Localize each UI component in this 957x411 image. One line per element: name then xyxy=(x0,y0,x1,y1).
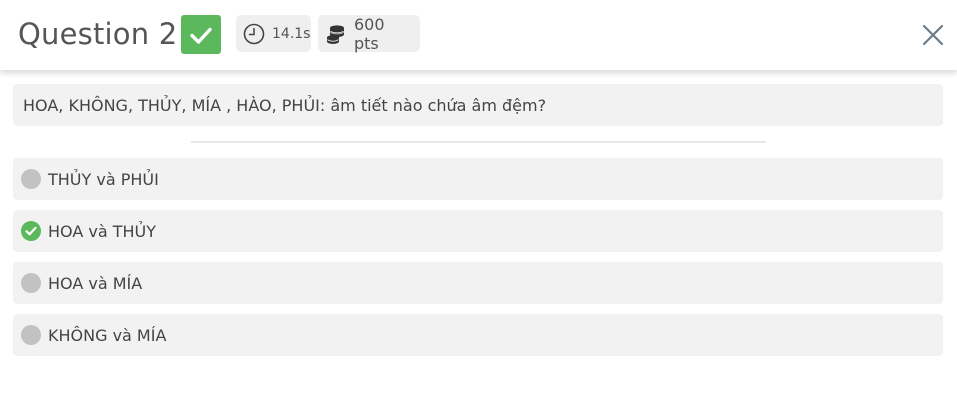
answer-option[interactable]: HOA và MÍA xyxy=(13,262,943,304)
question-text-box: HOA, KHÔNG, THỦY, MÍA , HÀO, PHỦI: âm ti… xyxy=(13,84,943,126)
answer-option-correct[interactable]: HOA và THỦY xyxy=(13,210,943,252)
option-marker-icon xyxy=(21,325,41,345)
check-icon xyxy=(190,27,212,44)
time-value: 14.1s xyxy=(272,25,311,42)
option-label: HOA và MÍA xyxy=(48,273,143,293)
question-title: Question 2 xyxy=(18,17,178,51)
question-header: Question 2 14.1s 600 pts xyxy=(0,0,957,70)
check-circle-icon xyxy=(21,221,41,241)
close-button[interactable] xyxy=(918,20,948,50)
option-label: KHÔNG và MÍA xyxy=(48,325,167,345)
option-marker-icon xyxy=(21,169,41,189)
points-value: 600 pts xyxy=(354,14,385,53)
coins-icon xyxy=(325,23,347,45)
close-icon xyxy=(922,24,944,46)
clock-icon xyxy=(243,23,265,45)
correct-status-badge xyxy=(181,15,221,54)
option-label: THỦY và PHỦI xyxy=(48,169,159,189)
option-marker-icon xyxy=(21,273,41,293)
divider xyxy=(191,141,766,143)
answer-option[interactable]: THỦY và PHỦI xyxy=(13,158,943,200)
points-chip: 600 pts xyxy=(318,14,420,53)
answer-option[interactable]: KHÔNG và MÍA xyxy=(13,314,943,356)
time-chip: 14.1s xyxy=(236,15,311,52)
question-text: HOA, KHÔNG, THỦY, MÍA , HÀO, PHỦI: âm ti… xyxy=(23,95,547,115)
option-label: HOA và THỦY xyxy=(48,221,157,241)
